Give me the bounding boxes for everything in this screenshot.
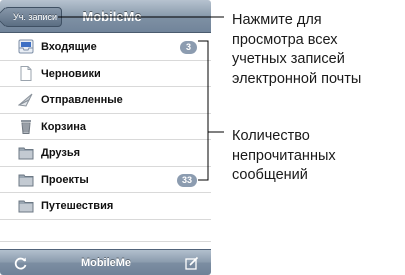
- empty-row: [0, 219, 211, 242]
- accounts-callout-text: Нажмите для просмотра всех учетных запис…: [232, 12, 362, 87]
- drafts-icon: [20, 65, 32, 81]
- back-button-label: Уч. записи: [13, 12, 57, 22]
- mailbox-label: Корзина: [41, 120, 86, 133]
- refresh-icon[interactable]: [14, 256, 28, 270]
- folder-icon: [18, 174, 34, 186]
- trash-icon: [21, 119, 31, 134]
- iphone-mail-screen: Уч. записи MobileMe Входящие 3 Черновики: [0, 0, 211, 275]
- nav-title: MobileMe: [82, 9, 142, 24]
- mailbox-row-sent[interactable]: Отправленные: [0, 87, 211, 114]
- mailbox-row-inbox[interactable]: Входящие 3: [0, 34, 211, 61]
- inbox-icon: [18, 39, 34, 54]
- mailbox-list: Входящие 3 Черновики Отправленные Корзин…: [0, 34, 211, 264]
- mailbox-row-trash[interactable]: Корзина: [0, 113, 211, 140]
- mailbox-row-drafts[interactable]: Черновики: [0, 60, 211, 87]
- mailbox-label: Проекты: [41, 173, 89, 186]
- unread-count-badge: 3: [180, 41, 197, 54]
- mailbox-label: Отправленные: [41, 94, 123, 106]
- mailbox-label: Друзья: [41, 147, 81, 159]
- mailbox-row-travel[interactable]: Путешествия: [0, 193, 211, 220]
- unread-count-badge: 33: [176, 173, 197, 187]
- folder-icon: [18, 147, 34, 160]
- mailbox-row-projects[interactable]: Проекты 33: [0, 166, 211, 193]
- mailbox-row-friends[interactable]: Друзья: [0, 140, 211, 167]
- accounts-back-button[interactable]: Уч. записи: [4, 7, 62, 27]
- navigation-bar: Уч. записи MobileMe: [0, 0, 211, 33]
- bottom-toolbar: MobileMe: [0, 249, 211, 275]
- sent-icon: [18, 93, 33, 107]
- toolbar-title: MobileMe: [80, 257, 132, 269]
- mailbox-label: Черновики: [41, 67, 101, 80]
- mailbox-label: Путешествия: [41, 200, 114, 212]
- mailbox-label: Входящие: [41, 41, 97, 53]
- unread-callout-text: Количество непрочитанных сообщений: [232, 128, 336, 183]
- folder-icon: [18, 200, 34, 213]
- compose-icon[interactable]: [185, 256, 199, 270]
